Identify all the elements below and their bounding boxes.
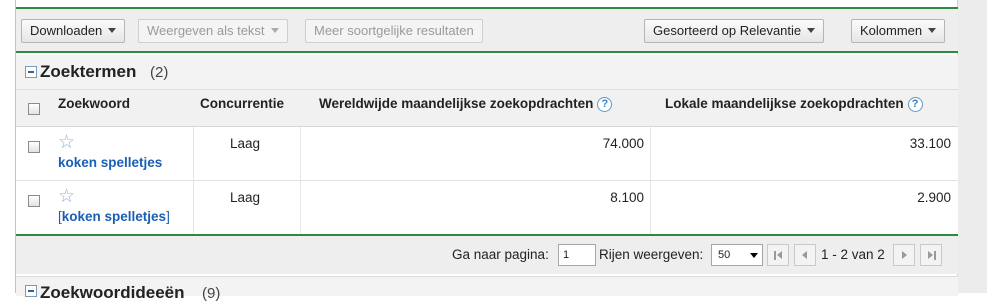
keyword-link[interactable]: [koken spelletjes]: [58, 209, 170, 224]
next-page-button[interactable]: [893, 244, 915, 266]
column-divider: [193, 181, 194, 234]
more-similar-label: Meer soortgelijke resultaten: [314, 23, 474, 38]
last-page-icon: [928, 251, 933, 259]
keyword-text: koken spelletjes: [58, 155, 163, 170]
column-header-global: Wereldwijde maandelijkse zoekopdrachten?: [319, 96, 613, 112]
keyword-link[interactable]: koken spelletjes: [58, 155, 162, 170]
rows-per-page-label: Rijen weergeven:: [599, 247, 704, 262]
bracket-close: ]: [166, 209, 170, 224]
last-page-button[interactable]: [920, 244, 942, 266]
previous-page-icon: [802, 251, 807, 259]
goto-page-label: Ga naar pagina:: [452, 247, 549, 262]
help-icon[interactable]: ?: [597, 97, 613, 112]
section-count: (9): [202, 285, 221, 302]
local-searches-value: 33.100: [909, 136, 951, 151]
row-checkbox[interactable]: [28, 195, 40, 207]
competition-value: Laag: [230, 136, 261, 151]
previous-page-button[interactable]: [794, 244, 816, 266]
results-toolbar: Downloaden Weergeven als tekst Meer soor…: [16, 9, 958, 53]
keyword-tool-panel: Downloaden Weergeven als tekst Meer soor…: [15, 0, 958, 302]
column-header-global-label[interactable]: Wereldwijde maandelijkse zoekopdrachten: [319, 96, 593, 111]
first-page-icon: [774, 251, 776, 260]
column-divider: [300, 181, 301, 234]
row-checkbox[interactable]: [28, 141, 40, 153]
columns-dropdown-label: Kolommen: [860, 23, 923, 38]
section-title: Zoektermen: [40, 62, 137, 81]
sort-dropdown[interactable]: Gesorteerd op Relevantie: [644, 19, 825, 43]
chevron-down-icon: [750, 253, 758, 258]
column-header-local-label[interactable]: Lokale maandelijkse zoekopdrachten: [665, 96, 904, 111]
rows-per-page-value: 50: [718, 249, 731, 261]
column-divider: [650, 127, 651, 180]
chevron-down-icon: [807, 28, 816, 33]
column-header-local: Lokale maandelijkse zoekopdrachten?: [665, 96, 923, 112]
star-icon[interactable]: ☆: [58, 187, 75, 206]
columns-dropdown[interactable]: Kolommen: [851, 19, 946, 43]
column-divider: [193, 127, 194, 180]
first-page-button[interactable]: [767, 244, 789, 266]
download-button-label: Downloaden: [30, 23, 103, 38]
section-title: Zoekwoordideeën: [40, 283, 185, 302]
download-button[interactable]: Downloaden: [21, 19, 126, 43]
chevron-down-icon: [270, 28, 279, 33]
more-similar-button[interactable]: Meer soortgelijke resultaten: [305, 19, 483, 43]
section-count: (2): [150, 64, 169, 81]
rows-per-page-select[interactable]: 50: [711, 244, 763, 266]
table-row: ☆ koken spelletjes Laag 74.000 33.100: [16, 127, 958, 181]
section-header-keyword-ideas: Zoekwoordideeën (9): [16, 276, 958, 302]
global-searches-value: 8.100: [610, 190, 644, 205]
competition-value: Laag: [230, 190, 261, 205]
table-row: ☆ [koken spelletjes] Laag 8.100 2.900: [16, 181, 958, 235]
collapse-toggle-icon[interactable]: [25, 285, 37, 297]
global-searches-value: 74.000: [602, 136, 644, 151]
chevron-down-icon: [108, 28, 117, 33]
column-header-competition[interactable]: Concurrentie: [200, 96, 284, 111]
page-number-input[interactable]: 1: [558, 244, 596, 266]
chevron-down-icon: [928, 28, 937, 33]
next-page-icon: [902, 251, 907, 259]
column-divider: [300, 127, 301, 180]
column-header-keyword[interactable]: Zoekwoord: [58, 96, 130, 111]
view-as-text-label: Weergeven als tekst: [147, 23, 265, 38]
right-margin: [957, 0, 987, 293]
section-header-search-terms: Zoektermen (2): [16, 55, 958, 89]
local-searches-value: 2.900: [917, 190, 951, 205]
table-header: Zoekwoord Concurrentie Wereldwijde maand…: [16, 89, 958, 127]
keyword-text: koken spelletjes: [61, 209, 167, 224]
help-icon[interactable]: ?: [907, 97, 923, 112]
star-icon[interactable]: ☆: [58, 133, 75, 152]
sort-dropdown-label: Gesorteerd op Relevantie: [653, 23, 802, 38]
page-range-text: 1 - 2 van 2: [821, 247, 885, 262]
select-all-checkbox[interactable]: [28, 103, 40, 115]
view-as-text-button[interactable]: Weergeven als tekst: [138, 19, 288, 43]
column-divider: [650, 181, 651, 234]
pagination-bar: Ga naar pagina: 1 Rijen weergeven: 50 1 …: [16, 234, 958, 274]
collapse-toggle-icon[interactable]: [25, 66, 37, 78]
